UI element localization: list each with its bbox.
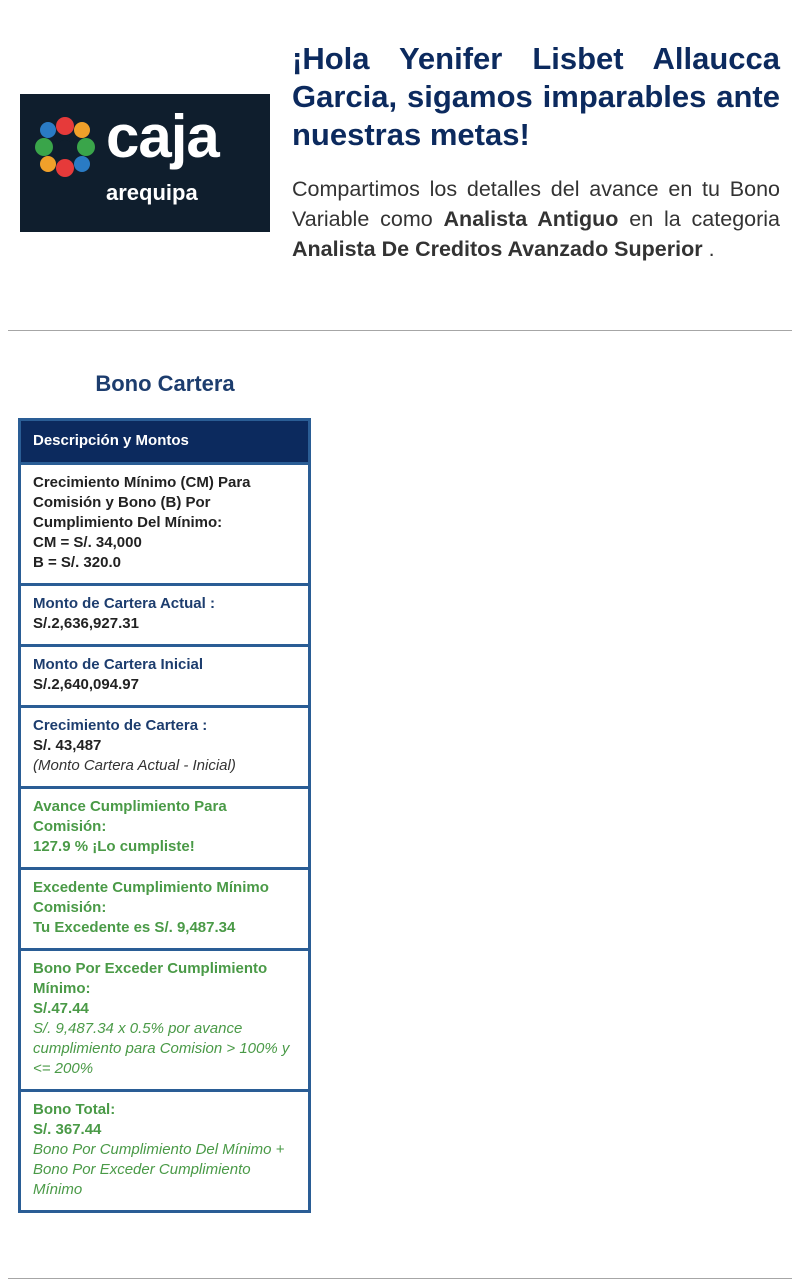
bono-total-label: Bono Total: <box>33 1101 116 1118</box>
cm-label-line2: Comisión y Bono (B) Por <box>33 494 211 511</box>
cartera-actual-row: Monto de Cartera Actual : S/.2,636,927.3… <box>18 586 311 647</box>
bono-cartera-title: Bono Cartera <box>95 371 235 396</box>
excedente-value: Tu Excedente es S/. 9,487.34 <box>33 919 236 936</box>
bono-total-note: Bono Por Cumplimiento Del Mínimo + Bono … <box>33 1141 285 1198</box>
email-header: caja arequipa ¡Hola Yenifer Lisbet Allau… <box>0 0 800 330</box>
intro-text-end: . <box>702 237 715 261</box>
bono-exceder-label: Bono Por Exceder Cumplimiento Mínimo: <box>33 960 268 997</box>
cm-label-line1: Crecimiento Mínimo (CM) Para <box>33 474 251 491</box>
cm-row: Crecimiento Mínimo (CM) Para Comisión y … <box>18 465 311 586</box>
top-divider <box>8 330 792 331</box>
cartera-actual-value: S/.2,636,927.31 <box>33 615 139 632</box>
role-name: Analista Antiguo <box>443 207 619 231</box>
bono-table: Descripción y Montos Crecimiento Mínimo … <box>18 418 311 1213</box>
category-name: Analista De Creditos Avanzado Superior <box>292 237 703 261</box>
excedente-row: Excedente Cumplimiento Mínimo Comisión: … <box>18 870 311 951</box>
bono-exceder-value: S/.47.44 <box>33 1000 89 1017</box>
cartera-inicial-value: S/.2,640,094.97 <box>33 676 139 693</box>
avance-row: Avance Cumplimiento Para Comisión: 127.9… <box>18 789 311 870</box>
logo-subword: arequipa <box>106 180 198 205</box>
crecimiento-value: S/. 43,487 <box>33 737 102 754</box>
cartera-actual-label: Monto de Cartera Actual : <box>33 595 215 612</box>
bono-total-row: Bono Total: S/. 367.44 Bono Por Cumplimi… <box>18 1092 311 1213</box>
avance-label: Avance Cumplimiento Para Comisión: <box>33 798 227 835</box>
excedente-label: Excedente Cumplimiento Mínimo Comisión: <box>33 879 269 916</box>
crecimiento-note: (Monto Cartera Actual - Inicial) <box>33 757 236 774</box>
intro-paragraph: Compartimos los detalles del avance en t… <box>292 174 780 264</box>
cm-label-line3: Cumplimiento Del Mínimo: <box>33 514 223 531</box>
bono-total-value: S/. 367.44 <box>33 1121 102 1138</box>
caja-flower-icon <box>35 117 95 177</box>
bottom-divider <box>8 1278 792 1279</box>
greeting-heading: ¡Hola Yenifer Lisbet Allaucca Garcia, si… <box>292 41 780 152</box>
cartera-inicial-label: Monto de Cartera Inicial <box>33 656 204 673</box>
logo-word: caja <box>106 103 220 170</box>
b-value: B = S/. 320.0 <box>33 554 121 571</box>
bono-exceder-note: S/. 9,487.34 x 0.5% por avance cumplimie… <box>33 1020 290 1077</box>
cm-value: CM = S/. 34,000 <box>33 534 142 551</box>
bono-exceder-row: Bono Por Exceder Cumplimiento Mínimo: S/… <box>18 951 311 1092</box>
caja-arequipa-logo: caja arequipa <box>20 94 270 232</box>
cartera-inicial-row: Monto de Cartera Inicial S/.2,640,094.97 <box>18 647 311 708</box>
intro-text-2: en la categoria <box>618 207 780 231</box>
avance-value: 127.9 % ¡Lo cumpliste! <box>33 838 195 855</box>
crecimiento-row: Crecimiento de Cartera : S/. 43,487 (Mon… <box>18 708 311 789</box>
table-header: Descripción y Montos <box>18 418 311 465</box>
crecimiento-label: Crecimiento de Cartera : <box>33 717 208 734</box>
